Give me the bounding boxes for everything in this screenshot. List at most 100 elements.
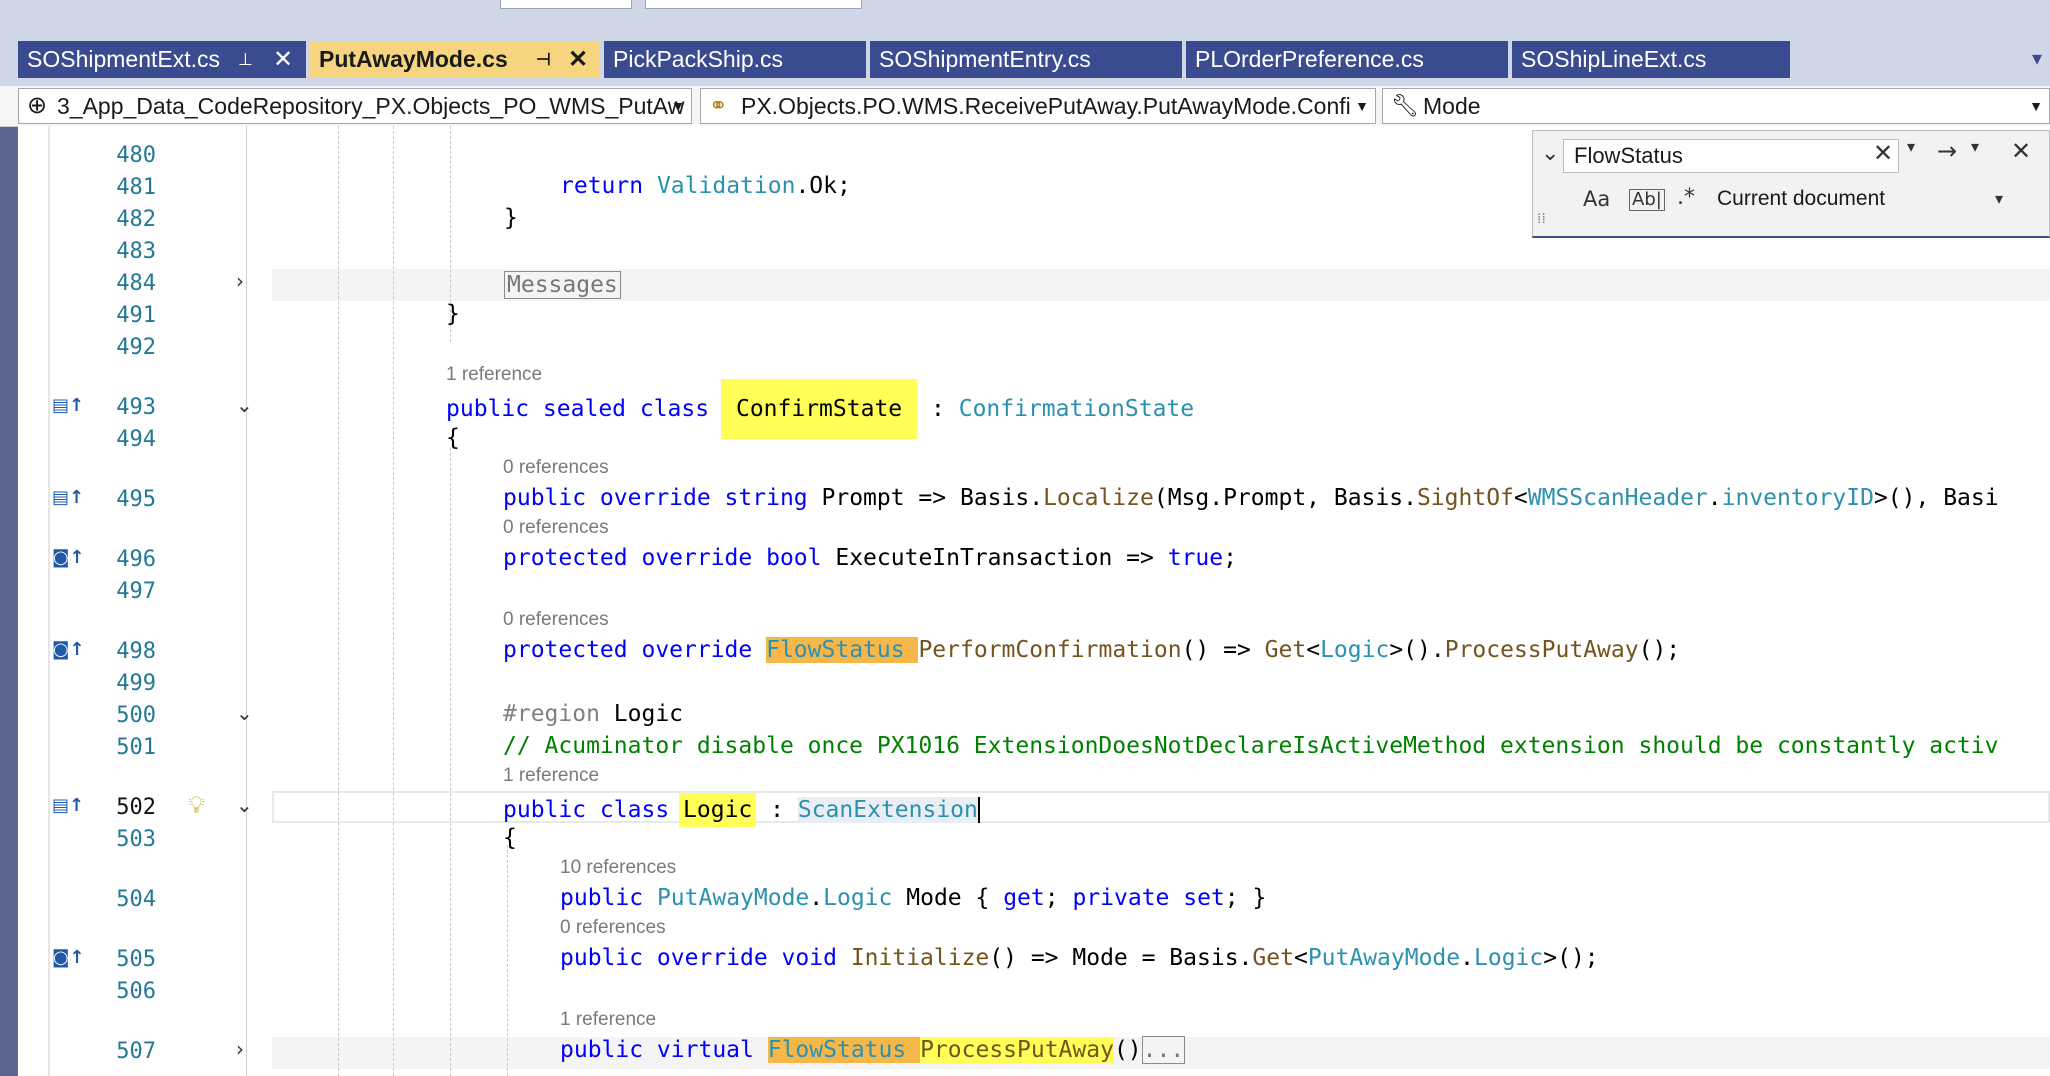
implements-icon[interactable]: ▤↑ — [52, 795, 84, 816]
code-line-507: public virtual FlowStatus ProcessPutAway… — [560, 1036, 1186, 1064]
tab-putawaymode[interactable]: PutAwayMode.cs ⊣ ✕ — [310, 41, 600, 78]
code-line-481: return Validation.Ok; — [560, 173, 851, 199]
class-icon: ⚭ — [709, 93, 728, 118]
gutter-divider — [48, 126, 50, 1076]
pin-icon[interactable]: ⊣ — [536, 41, 551, 78]
code-line-502: public class Logic : ScanExtension — [503, 793, 980, 827]
line-number: 498 — [116, 639, 156, 664]
codelens-references[interactable]: 1 reference — [446, 364, 542, 386]
tab-overflow-icon[interactable]: ▾ — [2032, 46, 2042, 70]
search-history-icon[interactable]: ▾ — [1907, 137, 1915, 156]
codelens-references[interactable]: 0 references — [503, 517, 609, 539]
member-dropdown[interactable]: 🔧︎ Mode ▼ — [1382, 88, 2050, 124]
override-icon[interactable]: ◙↑ — [52, 639, 85, 660]
line-number: 494 — [116, 427, 156, 452]
lightbulb-icon[interactable]: 💡︎ — [188, 791, 205, 819]
project-value: 3_App_Data_CodeRepository_PX.Objects_PO_… — [57, 93, 685, 119]
indent-guide — [393, 126, 394, 1076]
chevron-down-icon[interactable]: ▾ — [1995, 189, 2003, 208]
code-line-494: { — [446, 425, 460, 451]
codelens-references[interactable]: 0 references — [503, 457, 609, 479]
tab-label: PickPackShip.cs — [613, 46, 784, 72]
close-icon[interactable]: ✕ — [568, 41, 588, 78]
code-line-491: } — [446, 301, 460, 327]
find-match-highlight: Logic — [679, 793, 757, 827]
find-options-icon[interactable]: ▾ — [1971, 137, 1979, 156]
code-line-500: #region Logic — [503, 701, 684, 727]
cropped-line — [616, 126, 1416, 132]
implements-icon[interactable]: ▤↑ — [52, 395, 84, 416]
code-line-503: { — [503, 825, 517, 851]
toggle-replace-chevron-icon[interactable]: ⌄ — [1541, 141, 1559, 166]
code-line-482: } — [504, 205, 518, 231]
tab-label: PutAwayMode.cs — [319, 46, 508, 72]
regex-icon[interactable]: .* — [1677, 185, 1695, 210]
type-dropdown[interactable]: ⚭ PX.Objects.PO.WMS.ReceivePutAway.PutAw… — [700, 88, 1376, 124]
find-match-highlight: ProcessPutAway — [920, 1037, 1114, 1063]
main-toolbar — [0, 0, 2050, 27]
find-input[interactable]: FlowStatus — [1563, 139, 1899, 173]
search-scope-dropdown[interactable]: Current document — [1717, 187, 1885, 211]
collapse-chevron-icon[interactable]: ⌄ — [236, 793, 253, 817]
codelens-references[interactable]: 10 references — [560, 857, 676, 879]
collapsed-body[interactable]: ... — [1141, 1036, 1186, 1064]
collapse-chevron-icon[interactable]: ⌄ — [236, 701, 253, 725]
implements-icon[interactable]: ▤↑ — [52, 487, 84, 508]
line-number: 492 — [116, 335, 156, 360]
codelens-references[interactable]: 0 references — [503, 609, 609, 631]
close-find-icon[interactable]: ✕ — [2011, 137, 2031, 165]
find-match-highlight: FlowStatus — [766, 637, 905, 663]
code-line-501: // Acuminator disable once PX1016 Extens… — [503, 733, 1999, 759]
override-icon[interactable]: ◙↑ — [52, 947, 85, 968]
pin-icon[interactable]: ⊥ — [238, 41, 253, 78]
toolbar-combo[interactable] — [500, 0, 632, 9]
codelens-references[interactable]: 0 references — [560, 917, 666, 939]
line-number: 491 — [116, 303, 156, 328]
code-line-495: public override string Prompt => Basis.L… — [503, 485, 1999, 511]
window-left-border — [0, 26, 18, 1076]
close-icon[interactable]: ✕ — [273, 41, 293, 78]
toolbar-combo[interactable] — [645, 0, 862, 9]
collapse-chevron-icon[interactable]: ⌄ — [236, 393, 253, 417]
line-number: 506 — [116, 979, 156, 1004]
match-case-icon[interactable]: Aa — [1583, 187, 1610, 211]
chevron-down-icon: ▼ — [671, 98, 685, 114]
code-line-496: protected override bool ExecuteInTransac… — [503, 545, 1237, 571]
codelens-references[interactable]: 1 reference — [503, 765, 599, 787]
line-number: 499 — [116, 671, 156, 696]
find-panel: ⌄ FlowStatus ✕ ▾ → ▾ ✕ Aa Ab| .* Current… — [1532, 130, 2050, 238]
line-number: 483 — [116, 239, 156, 264]
tab-pickpackship[interactable]: PickPackShip.cs — [604, 41, 866, 78]
codelens-references[interactable]: 1 reference — [560, 1009, 656, 1031]
expand-chevron-icon[interactable]: › — [236, 1037, 244, 1061]
line-number: 482 — [116, 207, 156, 232]
tab-label: PLOrderPreference.cs — [1195, 46, 1424, 72]
override-icon[interactable]: ◙↑ — [52, 547, 85, 568]
line-number: 503 — [116, 827, 156, 852]
line-number: 500 — [116, 703, 156, 728]
whole-word-icon[interactable]: Ab| — [1629, 189, 1665, 211]
clear-search-icon[interactable]: ✕ — [1873, 139, 1893, 167]
line-number: 495 — [116, 487, 156, 512]
outline-margin — [246, 126, 247, 1076]
tab-label: SOShipmentEntry.cs — [879, 46, 1091, 72]
project-dropdown[interactable]: ⊕ 3_App_Data_CodeRepository_PX.Objects_P… — [18, 88, 692, 124]
find-match-highlight: ConfirmState — [720, 379, 918, 439]
line-number: 493 — [116, 395, 156, 420]
chevron-down-icon: ▼ — [1355, 98, 1369, 114]
tab-soshiplineext[interactable]: SOShipLineExt.cs — [1512, 41, 1790, 78]
chevron-down-icon: ▼ — [2029, 98, 2043, 114]
tab-soshipmentext[interactable]: SOShipmentExt.cs ⊥ ✕ — [18, 41, 306, 78]
find-next-icon[interactable]: → — [1937, 137, 1957, 165]
expand-chevron-icon[interactable]: › — [236, 269, 244, 293]
line-number: 480 — [116, 143, 156, 168]
indent-guide — [450, 448, 451, 1076]
tab-plorderpreference[interactable]: PLOrderPreference.cs — [1186, 41, 1508, 78]
collapsed-region-messages[interactable]: Messages — [504, 271, 621, 299]
resize-grip-icon[interactable]: ⁞⁞ — [1537, 211, 1546, 227]
tab-soshipmententry[interactable]: SOShipmentEntry.cs — [870, 41, 1182, 78]
line-number: 504 — [116, 887, 156, 912]
type-value: PX.Objects.PO.WMS.ReceivePutAway.PutAway… — [741, 93, 1351, 119]
indent-guide — [338, 126, 339, 1076]
line-number: 502 — [116, 795, 156, 820]
